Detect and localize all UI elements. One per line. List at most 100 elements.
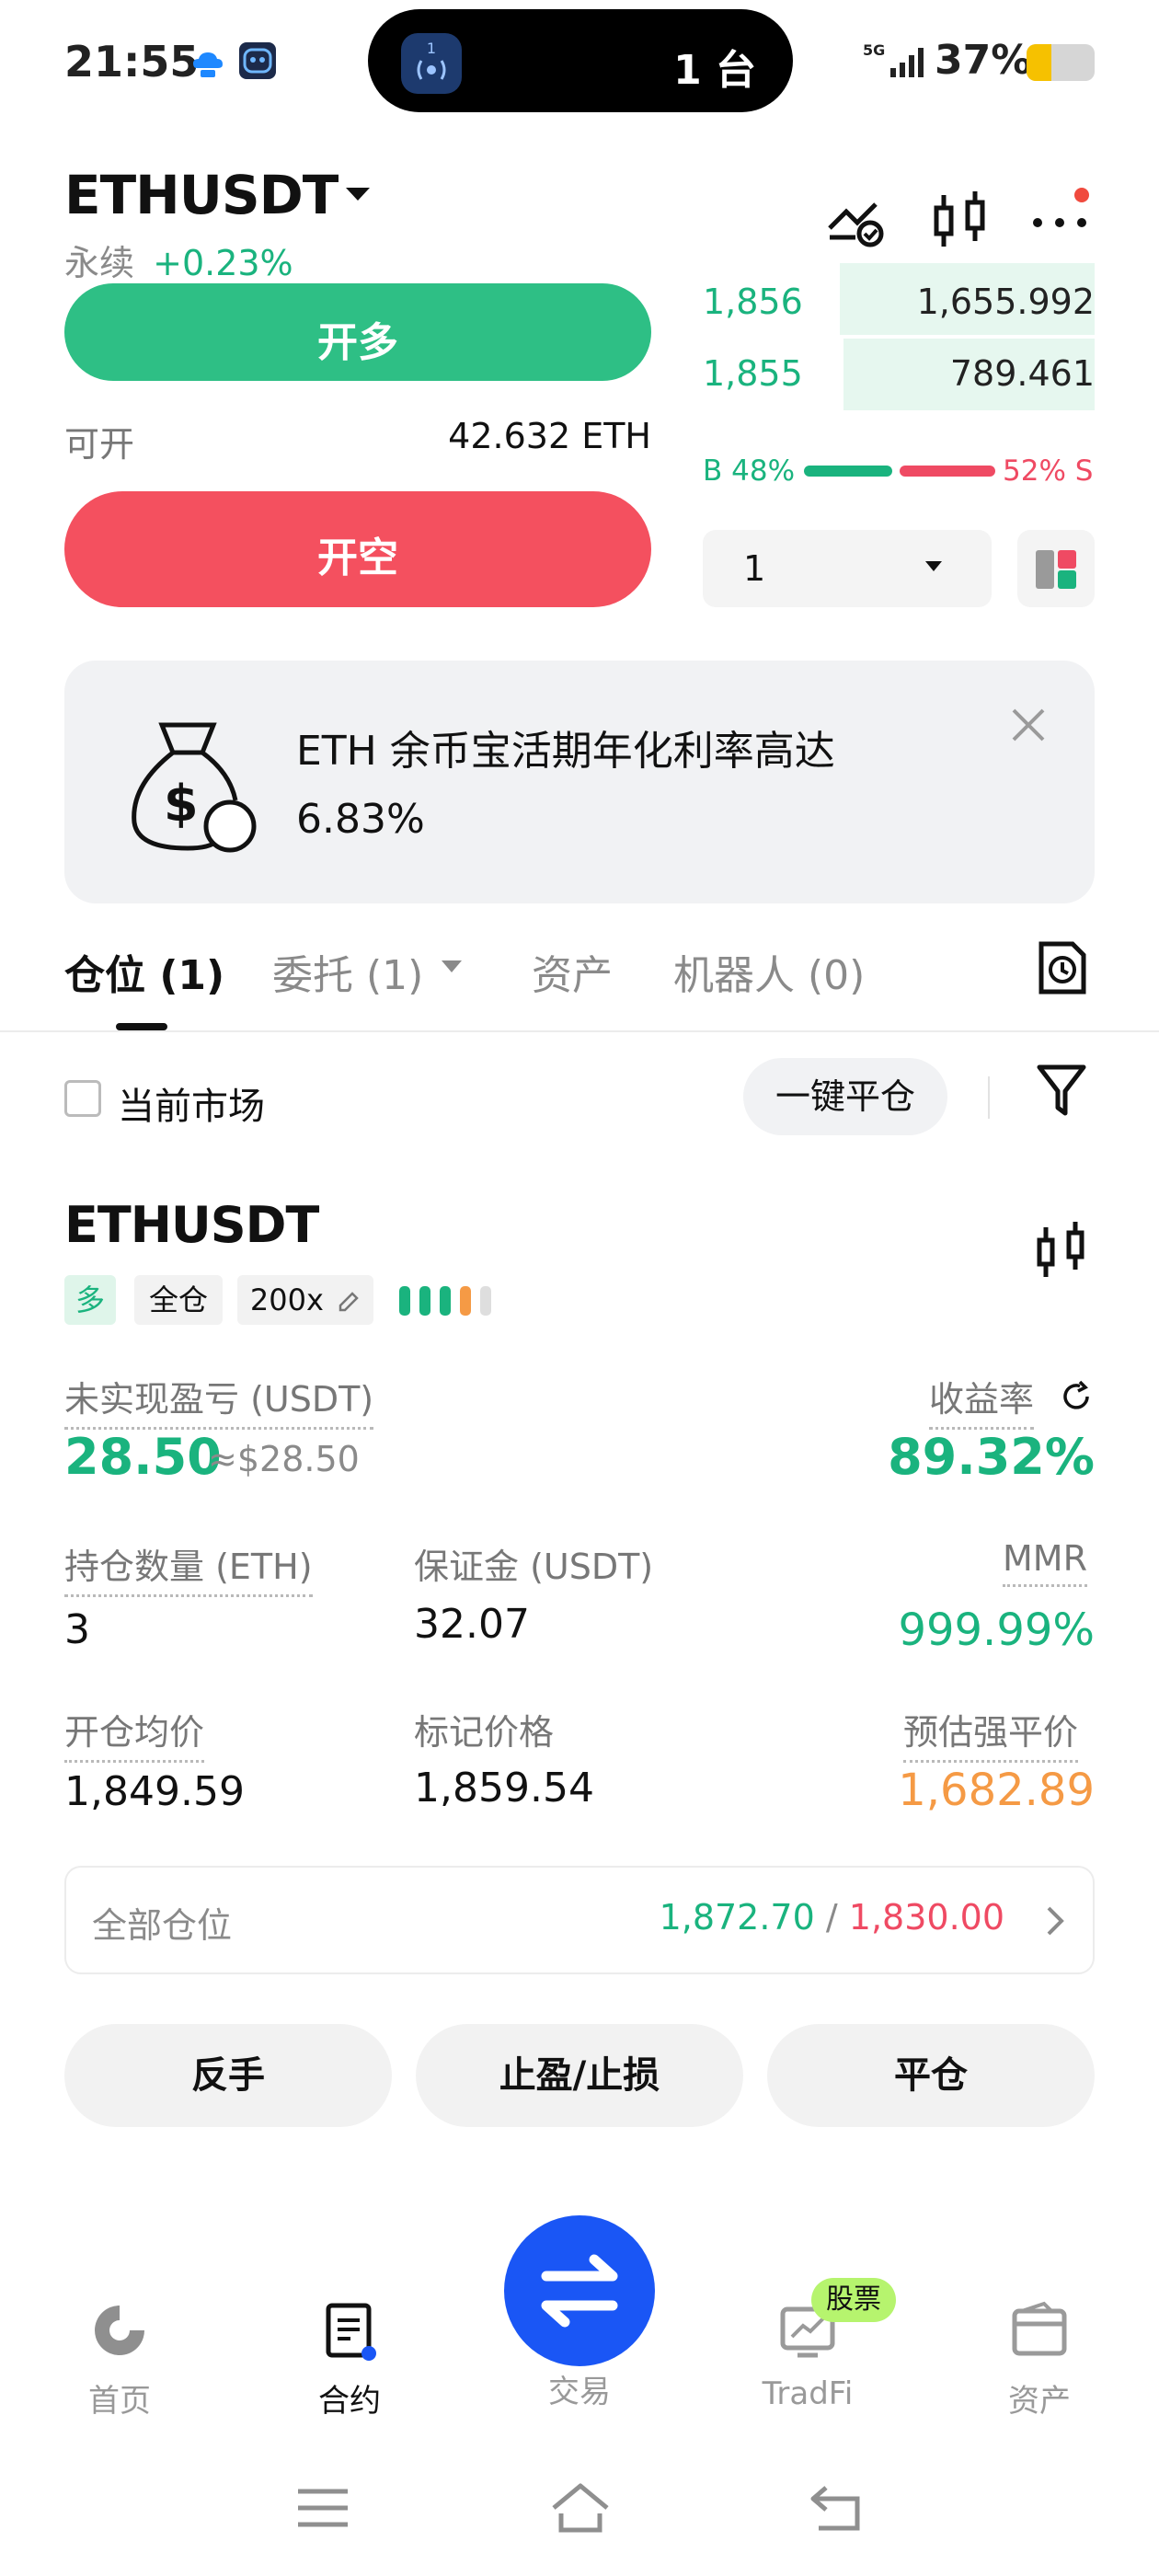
contract-icon [326, 2303, 376, 2361]
available-value: 42.632 ETH [448, 416, 651, 456]
banner-line1: ETH 余币宝活期年化利率高达 [296, 728, 835, 775]
more-menu-icon[interactable] [1028, 188, 1093, 252]
bot-app-notification-icon [239, 42, 276, 79]
nav-trade-label-wrap[interactable]: 交易 [506, 2366, 653, 2411]
leverage-tag[interactable]: 200x [237, 1275, 373, 1325]
sell-ratio: 52% S [1003, 454, 1094, 488]
orderbook-qty: 789.461 [949, 353, 1095, 394]
broadcast-icon: 1 [401, 33, 462, 94]
current-market-checkbox[interactable] [64, 1080, 101, 1117]
symbol-title[interactable]: ETHUSDT [64, 164, 339, 226]
svg-text:5G: 5G [863, 41, 885, 59]
signal-icon: 5G [863, 40, 927, 85]
position-symbol[interactable]: ETHUSDT [64, 1196, 319, 1254]
status-time: 21:55 [64, 37, 200, 86]
wallet-icon [1012, 2301, 1067, 2356]
nav-tradfi-label: TradFi [762, 2375, 854, 2412]
size-value: 3 [64, 1606, 90, 1653]
unrealized-pnl-label[interactable]: 未实现盈亏 (USDT) [64, 1371, 374, 1430]
battery-percent: 37% [935, 37, 1032, 84]
promo-banner[interactable]: $ ETH 余币宝活期年化利率高达 6.83% [64, 661, 1095, 903]
open-short-label: 开空 [317, 535, 398, 581]
unrealized-pnl-usd: ≈$28.50 [208, 1439, 360, 1479]
all-positions-tpsl-row[interactable]: 全部仓位 1,872.70 / 1,830.00 [64, 1866, 1095, 1974]
home-nav-icon[interactable] [548, 2480, 613, 2536]
mmr-value: 999.99% [898, 1604, 1095, 1656]
tpsl-button[interactable]: 止盈/止损 [416, 2024, 743, 2127]
dynamic-island[interactable]: 1 1 台 [368, 9, 793, 112]
size-label[interactable]: 持仓数量 (ETH) [64, 1538, 313, 1597]
tab-underline [116, 1023, 167, 1030]
stop-loss-value: 1,830.00 [848, 1897, 1004, 1938]
orderbook-price: 1,855 [703, 353, 803, 394]
chevron-right-icon [1045, 1904, 1067, 1941]
tpsl-separator: / [825, 1897, 838, 1938]
close-icon[interactable] [1008, 705, 1049, 749]
buy-ratio: B 48% [703, 454, 796, 488]
entry-price-label[interactable]: 开仓均价 [64, 1704, 205, 1763]
candlestick-chart-icon[interactable] [929, 188, 993, 252]
margin-label: 保证金 (USDT) [414, 1547, 654, 1587]
history-icon[interactable] [1036, 938, 1089, 1001]
stocks-badge: 股票 [811, 2278, 896, 2322]
sell-ratio-bar [900, 466, 995, 477]
side-tag: 多 [64, 1275, 116, 1325]
liq-price-value: 1,682.89 [898, 1765, 1095, 1816]
roe-label[interactable]: 收益率 [929, 1371, 1035, 1430]
mark-price-label: 标记价格 [414, 1712, 555, 1753]
banner-text: ETH 余币宝活期年化利率高达 6.83% [296, 718, 835, 854]
tab-bots[interactable]: 机器人 (0) [673, 942, 865, 1001]
position-chart-icon[interactable] [1034, 1220, 1091, 1288]
risk-level-icon [397, 1284, 493, 1321]
menu-icon[interactable] [291, 2480, 355, 2536]
buy-ratio-bar [804, 466, 892, 477]
open-long-button[interactable]: 开多 [64, 283, 651, 381]
filter-icon[interactable] [1036, 1062, 1087, 1122]
back-icon[interactable] [806, 2480, 870, 2536]
nav-assets-label: 资产 [1008, 2383, 1071, 2420]
contract-type: 永续 [64, 243, 135, 283]
chevron-down-icon[interactable] [440, 959, 464, 979]
orderbook-layout-button[interactable] [1017, 530, 1095, 607]
leverage-value: 200x [249, 1282, 324, 1317]
cloud-app-notification-icon [189, 44, 226, 81]
orderbook-qty: 1,655.992 [916, 282, 1095, 322]
symbol-subtitle: 永续 +0.23% [64, 235, 293, 285]
battery-icon [1027, 44, 1095, 81]
banner-line2: 6.83% [296, 796, 425, 843]
price-alert-icon[interactable] [824, 190, 889, 254]
take-profit-value: 1,872.70 [659, 1897, 815, 1938]
orderbook-row[interactable]: 1,856 1,655.992 [703, 263, 1095, 335]
tab-positions[interactable]: 仓位 (1) [64, 942, 224, 1001]
tab-orders[interactable]: 委托 (1) [272, 942, 423, 1001]
depth-select[interactable]: 1 [703, 530, 992, 607]
mmr-label[interactable]: MMR [1003, 1538, 1087, 1587]
unrealized-pnl-value: 28.50 [64, 1428, 222, 1486]
nav-contract[interactable]: 合约 [276, 2300, 423, 2421]
nav-assets[interactable]: 资产 [966, 2300, 1113, 2421]
roe-value: 89.32% [888, 1428, 1095, 1486]
symbol-dropdown-icon[interactable] [344, 184, 372, 208]
margin-value: 32.07 [414, 1601, 530, 1648]
nav-home[interactable]: 首页 [46, 2300, 193, 2421]
orderbook-price: 1,856 [703, 282, 803, 322]
orderbook-row[interactable]: 1,855 789.461 [703, 339, 1095, 410]
open-long-label: 开多 [317, 319, 398, 366]
close-position-button[interactable]: 平仓 [767, 2024, 1095, 2127]
open-short-button[interactable]: 开空 [64, 491, 651, 607]
reverse-button[interactable]: 反手 [64, 2024, 392, 2127]
swap-icon [541, 2254, 618, 2328]
liq-price-label[interactable]: 预估强平价 [903, 1704, 1079, 1763]
price-change: +0.23% [153, 243, 293, 283]
home-icon [95, 2306, 144, 2355]
entry-price-value: 1,849.59 [64, 1768, 245, 1815]
available-label: 可开 [64, 424, 135, 465]
tabs-divider [0, 1030, 1159, 1032]
money-bag-icon: $ [121, 712, 259, 863]
current-market-label: 当前市场 [118, 1086, 265, 1128]
chevron-down-icon [924, 559, 944, 578]
trade-button[interactable] [504, 2215, 655, 2366]
tab-assets[interactable]: 资产 [532, 942, 613, 1001]
share-icon[interactable] [1060, 1380, 1093, 1417]
close-all-button[interactable]: 一键平仓 [743, 1058, 947, 1135]
